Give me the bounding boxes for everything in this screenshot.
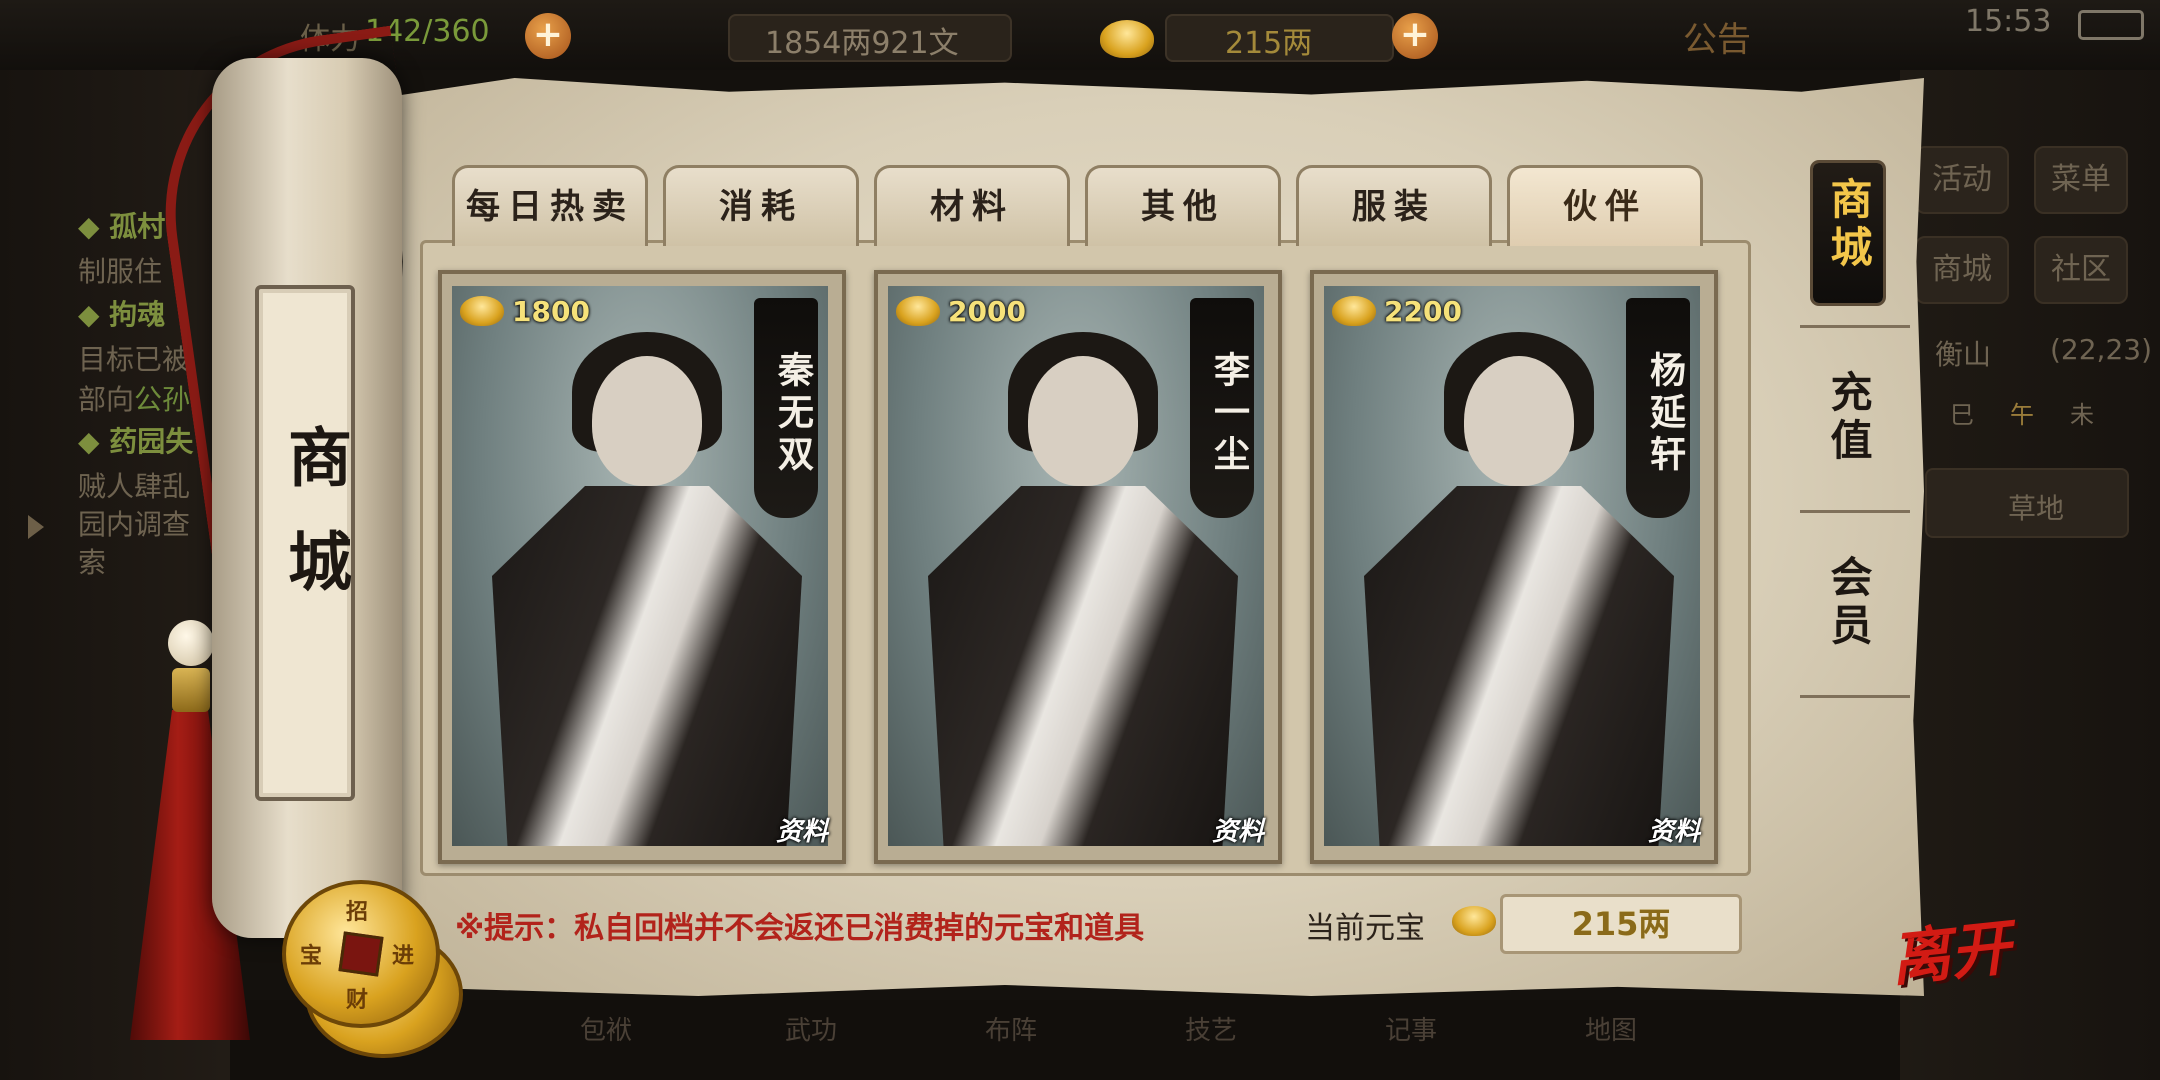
tab-partner[interactable]: 伙伴 — [1507, 165, 1703, 246]
side-tab-shop[interactable]: 商城 — [1813, 163, 1883, 303]
time-mark: 巳 — [1950, 401, 1974, 429]
tassel-cap — [172, 668, 210, 712]
notice-button[interactable]: 公告 — [1683, 12, 1751, 61]
coin-char: 招 — [346, 900, 369, 925]
clock: 15:53 — [1965, 4, 2052, 39]
price-value: 2200 — [1384, 295, 1462, 328]
expand-arrow-icon[interactable] — [28, 515, 44, 539]
nav-journal[interactable]: 记事 — [1385, 1010, 1437, 1047]
partner-name: 李一尘 — [1190, 298, 1254, 518]
figure-head — [592, 356, 702, 486]
coin-char: 财 — [346, 988, 369, 1013]
nav-bag[interactable]: 包袱 — [580, 1010, 632, 1047]
coin-icon: 招 财 进 宝 — [282, 880, 440, 1028]
scroll-title: 商城 — [259, 424, 352, 666]
time-mark: 午 — [2010, 401, 2034, 429]
menu-button[interactable]: 菜单 — [2034, 146, 2128, 214]
figure-body — [928, 486, 1238, 846]
quest-desc: 部向公孙 — [78, 378, 190, 418]
figure-head — [1028, 356, 1138, 486]
quest-highlight: 公孙 — [134, 383, 191, 416]
quest-desc: 贼人肆乱 — [78, 470, 191, 503]
tab-costume[interactable]: 服装 — [1296, 165, 1492, 246]
community-button[interactable]: 社区 — [2034, 236, 2128, 304]
figure-body — [492, 486, 802, 846]
partner-name: 杨延轩 — [1626, 298, 1690, 518]
coin-hole — [338, 931, 384, 977]
side-tab-text: 充值 — [1824, 370, 1873, 466]
price-value: 2000 — [948, 295, 1026, 328]
quest-title[interactable]: ◆ 拘魂 — [78, 293, 165, 333]
quest-title[interactable]: ◆ 孤村 — [78, 205, 165, 245]
bottom-nav-bar — [230, 1000, 1900, 1080]
quest-desc: 制服住 — [78, 255, 163, 288]
nav-map[interactable]: 地图 — [1585, 1010, 1637, 1047]
gold-ingot-icon — [1452, 906, 1496, 936]
card-price: 2000 — [896, 292, 1026, 332]
card-price: 2200 — [1332, 292, 1462, 332]
partner-card[interactable]: 2200 杨延轩 资料 — [1310, 270, 1718, 864]
nav-craft[interactable]: 技艺 — [1185, 1010, 1237, 1047]
quest-desc: 园内调查 — [78, 508, 191, 541]
quest-desc-part: 部向 — [78, 383, 135, 416]
gold-ingot-icon — [460, 296, 504, 326]
gold-ingot-icon — [896, 296, 940, 326]
nav-formation[interactable]: 布阵 — [985, 1010, 1037, 1047]
divider — [1800, 695, 1910, 698]
add-stamina-button[interactable]: + — [525, 13, 571, 59]
location-coords: (22,23) — [2050, 333, 2153, 366]
scroll-title-text: 商城 — [277, 424, 352, 632]
quest-title[interactable]: ◆ 药园失 — [78, 420, 193, 460]
tassel-bead — [168, 620, 214, 666]
tab-other[interactable]: 其他 — [1085, 165, 1281, 246]
battery-icon — [2078, 10, 2144, 40]
quest-desc: 目标已被 — [78, 343, 191, 376]
divider — [1800, 325, 1910, 328]
figure-head — [1464, 356, 1574, 486]
silver-amount: 1854两921文 — [765, 26, 959, 61]
hint-text: ※提示：私自回档并不会返还已消费掉的元宝和道具 — [455, 911, 1145, 946]
side-tab-label: 商城 — [1813, 177, 1883, 285]
quest-desc: 索 — [78, 546, 107, 579]
nav-skills[interactable]: 武功 — [785, 1010, 837, 1047]
partner-card[interactable]: 1800 秦无双 资料 — [438, 270, 846, 864]
price-value: 1800 — [512, 295, 590, 328]
coin-char: 宝 — [300, 944, 323, 969]
divider — [1800, 510, 1910, 513]
tab-daily-hot[interactable]: 每日热卖 — [452, 165, 648, 246]
location-name: 衡山 — [1935, 338, 1992, 371]
partner-name: 秦无双 — [754, 298, 818, 518]
partner-card[interactable]: 2000 李一尘 资料 — [874, 270, 1282, 864]
gold-amount: 215两 — [1225, 26, 1313, 61]
info-button[interactable]: 资料 — [776, 811, 828, 848]
shop-button[interactable]: 商城 — [1915, 236, 2009, 304]
tab-consumables[interactable]: 消耗 — [663, 165, 859, 246]
info-button[interactable]: 资料 — [1212, 811, 1264, 848]
scroll-title-tag: 商城 — [255, 285, 355, 801]
add-gold-button[interactable]: + — [1392, 13, 1438, 59]
card-price: 1800 — [460, 292, 590, 332]
terrain-label: 草地 — [2008, 492, 2065, 525]
coin-char: 进 — [392, 944, 415, 969]
info-button[interactable]: 资料 — [1648, 811, 1700, 848]
gold-ingot-icon — [1100, 20, 1154, 58]
leave-button[interactable]: 离开 — [1886, 899, 2014, 998]
gold-ingot-icon — [1332, 296, 1376, 326]
side-tab-vip[interactable]: 会员 — [1813, 555, 1883, 663]
activity-button[interactable]: 活动 — [1915, 146, 2009, 214]
time-mark: 未 — [2070, 401, 2094, 429]
tab-materials[interactable]: 材料 — [874, 165, 1070, 246]
currency-label: 当前元宝 — [1305, 911, 1425, 946]
side-tab-text: 商城 — [1824, 177, 1873, 273]
currency-value: 215两 — [1500, 894, 1742, 954]
side-tab-recharge[interactable]: 充值 — [1813, 370, 1883, 478]
figure-body — [1364, 486, 1674, 846]
side-tab-text: 会员 — [1824, 555, 1873, 651]
